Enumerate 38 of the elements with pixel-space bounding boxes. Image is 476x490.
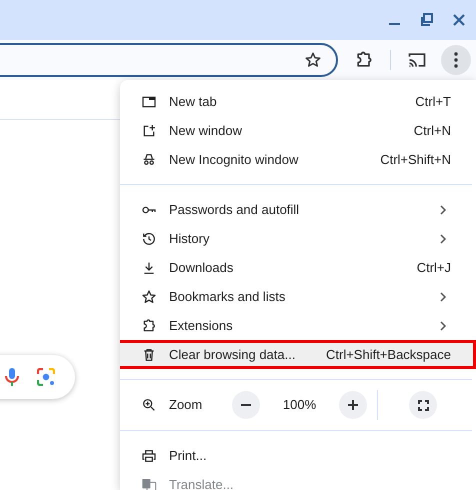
- menu-item[interactable]: Bookmarks and lists: [120, 282, 476, 311]
- chevron-icon: [439, 320, 447, 330]
- menu-icon: [454, 52, 458, 68]
- minus-icon: [241, 404, 251, 406]
- chevron-icon: [439, 204, 447, 214]
- fullscreen-icon: [418, 400, 428, 410]
- camera-icon[interactable]: [37, 368, 55, 386]
- fullscreen-button[interactable]: [409, 391, 437, 419]
- zoom-in-button[interactable]: [339, 391, 367, 419]
- plus-icon: [348, 400, 358, 410]
- tab-icon: [141, 94, 157, 110]
- history-icon: [141, 230, 157, 246]
- menu-button[interactable]: [441, 45, 471, 75]
- printer-icon: [141, 448, 157, 464]
- star-icon: [141, 288, 157, 304]
- menu-item[interactable]: History: [120, 224, 476, 253]
- menu-item[interactable]: New Incognito window Ctrl+Shift+N: [120, 145, 476, 174]
- menu-item[interactable]: Extensions: [120, 311, 476, 340]
- zoom-icon: [141, 397, 157, 413]
- menu-item[interactable]: Downloads Ctrl+J: [120, 253, 476, 282]
- menu-item[interactable]: Passwords and autofill: [120, 195, 476, 224]
- incognito-icon: [141, 152, 157, 168]
- zoom-label: Zoom: [169, 396, 204, 414]
- menu-item[interactable]: New window Ctrl+N: [120, 116, 476, 145]
- chevron-icon: [439, 234, 447, 244]
- search-box[interactable]: [0, 355, 75, 399]
- menu-item[interactable]: Clear browsing data... Ctrl+Shift+Backspace: [120, 340, 476, 369]
- zoom-value: 100%: [282, 396, 318, 414]
- address-field[interactable]: [0, 43, 338, 77]
- menu-item[interactable]: New tab Ctrl+T: [120, 87, 476, 116]
- translate-icon: [141, 476, 157, 490]
- puzzle-icon: [141, 318, 157, 334]
- chevron-icon: [439, 292, 447, 302]
- new-window-icon: [141, 122, 157, 138]
- microphone-icon[interactable]: [5, 367, 19, 387]
- menu-item[interactable]: Print...: [120, 441, 476, 470]
- star-icon[interactable]: [304, 51, 322, 69]
- zoom-out-button[interactable]: [232, 391, 260, 419]
